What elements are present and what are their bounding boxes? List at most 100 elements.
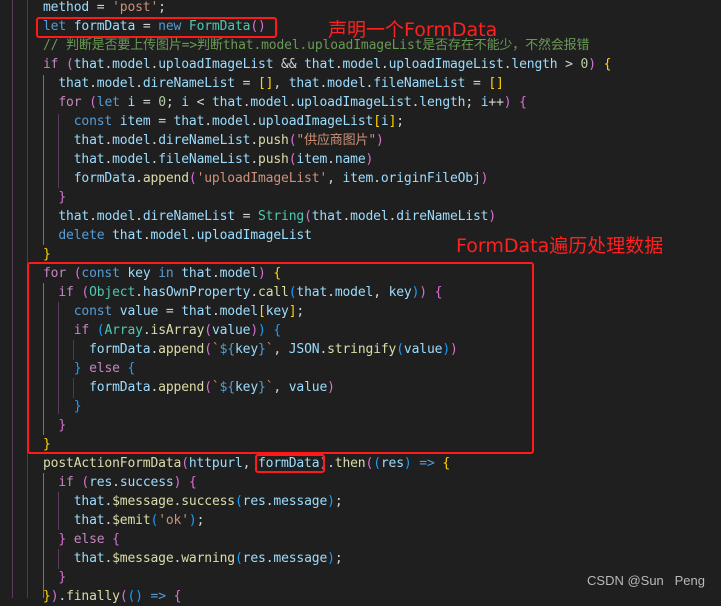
code-token: that — [73, 57, 105, 72]
code-token: ) — [327, 494, 335, 509]
code-token: ( — [119, 589, 128, 604]
code-line[interactable]: that.model.direNameList = [], that.model… — [43, 74, 504, 93]
code-token: that — [73, 133, 105, 148]
code-line[interactable]: formData.append('uploadImageList', item.… — [43, 169, 489, 188]
code-token: . — [319, 76, 328, 91]
code-token: model — [350, 209, 389, 224]
code-token: . — [188, 228, 197, 243]
code-line[interactable]: method = 'post'; — [43, 0, 166, 17]
code-token: . — [104, 133, 113, 148]
code-token: ( — [234, 494, 243, 509]
code-token: item — [119, 114, 151, 129]
code-token: ; — [165, 95, 182, 110]
code-token: ) — [488, 209, 497, 224]
code-token: res — [89, 475, 113, 490]
code-line[interactable]: if (that.model.uploadImageList && that.m… — [43, 55, 611, 74]
formdata-loop-annotation: FormData遍历处理数据 — [456, 235, 664, 257]
code-line[interactable]: } else { — [43, 530, 120, 549]
code-token: . — [327, 456, 335, 471]
code-token: that — [73, 513, 105, 528]
code-line[interactable]: that.model.direNameList.push("供应商图片") — [43, 131, 384, 150]
code-token: } — [43, 589, 51, 604]
code-line[interactable]: } — [43, 568, 66, 587]
code-token: success — [181, 494, 235, 509]
formdata-loop-highlight — [27, 262, 534, 454]
code-editor[interactable]: method = 'post'; let formData = new FormD… — [0, 0, 721, 604]
code-line[interactable]: for (let i = 0; i < that.model.uploadIma… — [43, 93, 527, 112]
code-token: ) — [480, 171, 489, 186]
code-line[interactable]: that.$message.warning(res.message); — [43, 549, 343, 568]
code-token: $message — [112, 494, 174, 509]
code-token: { — [442, 456, 451, 471]
code-token: ++ — [488, 95, 504, 110]
code-token: success — [119, 475, 174, 490]
code-token: { — [188, 475, 197, 490]
code-token: that — [73, 494, 105, 509]
code-token: append — [142, 171, 189, 186]
code-token: res — [380, 456, 404, 471]
csdn-watermark: CSDN @Sun Peng — [587, 573, 705, 588]
code-token: model — [96, 76, 136, 91]
code-token: fileNameList — [158, 152, 251, 167]
code-token: i — [181, 95, 189, 110]
code-token: . — [250, 133, 259, 148]
code-token: let — [96, 95, 120, 110]
code-token: model — [211, 114, 251, 129]
code-line[interactable]: that.model.fileNameList.push(item.name) — [43, 150, 374, 169]
code-line[interactable]: // 判断是否要上传图片=>判断that.model.uploadImageLi… — [43, 36, 590, 55]
code-token: = — [135, 95, 159, 110]
code-token: model — [327, 76, 366, 91]
code-token: . — [104, 513, 113, 528]
code-token: ) — [376, 133, 384, 148]
code-token: ( — [181, 456, 189, 471]
code-line[interactable]: postActionFormData(httpurl, formData).th… — [43, 454, 450, 473]
code-token: item — [296, 152, 328, 167]
formdata-declaration-highlight — [36, 17, 277, 38]
code-token: String — [258, 209, 305, 224]
code-line[interactable]: const item = that.model.uploadImageList[… — [43, 112, 404, 131]
code-line[interactable]: }).finally(() => { — [43, 587, 181, 606]
code-token: } — [43, 247, 51, 262]
code-token: } — [58, 570, 67, 585]
code-line[interactable]: if (res.success) { — [43, 473, 197, 492]
code-token: uploadImageList — [196, 228, 312, 243]
code-token: ) — [403, 456, 412, 471]
code-token: length — [511, 57, 558, 72]
code-line[interactable]: that.$emit('ok'); — [43, 511, 205, 530]
code-line[interactable]: that.model.direNameList = String(that.mo… — [43, 207, 496, 226]
code-token: model — [112, 57, 151, 72]
code-token: . — [104, 551, 113, 566]
code-token: = — [89, 0, 113, 15]
code-token: . — [250, 114, 259, 129]
code-token: that — [73, 152, 105, 167]
code-token: uploadImageList — [158, 57, 274, 72]
code-token: ( — [304, 209, 312, 224]
code-token: 'ok' — [158, 513, 189, 528]
code-token: . — [89, 76, 97, 91]
code-token: $message — [112, 551, 174, 566]
code-token: . — [250, 152, 259, 167]
code-token: that — [58, 209, 90, 224]
code-token: that — [211, 95, 243, 110]
code-line[interactable]: delete that.model.uploadImageList — [43, 226, 312, 245]
code-token: for — [58, 95, 82, 110]
code-token: ( — [66, 57, 74, 72]
code-line[interactable]: that.$message.success(res.message); — [43, 492, 343, 511]
code-token: . — [334, 57, 343, 72]
code-line[interactable]: } — [43, 188, 66, 207]
code-token: that — [304, 57, 335, 72]
code-token: uploadImageList — [388, 57, 504, 72]
code-token: . — [204, 114, 212, 129]
code-token: delete — [58, 228, 105, 243]
